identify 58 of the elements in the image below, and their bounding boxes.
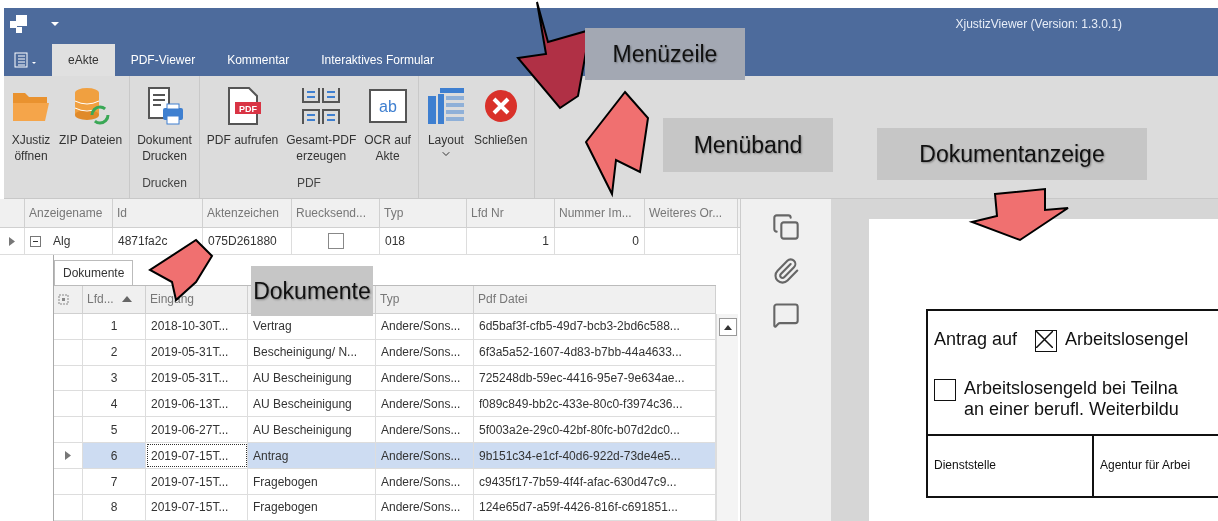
merge-pages-icon: [301, 86, 342, 126]
checkbox[interactable]: [327, 233, 344, 249]
column-header[interactable]: Typ: [376, 286, 474, 313]
ribbon-tab[interactable]: Kommentar: [211, 44, 306, 76]
annotation-label: Dokumente: [251, 266, 373, 316]
ribbon-tab[interactable]: Interaktives Formular: [305, 44, 450, 76]
dropdown-caret-icon[interactable]: [50, 21, 60, 27]
close-icon: [482, 88, 519, 124]
layout-icon: [425, 86, 466, 126]
table-cell[interactable]: Antrag: [248, 443, 376, 469]
ribbon-button[interactable]: Schließen: [469, 82, 532, 152]
ribbon-button[interactable]: Dokument Drucken: [133, 82, 196, 168]
table-cell[interactable]: 9b151c34-e1cf-40d6-922d-73de4e5...: [474, 443, 716, 469]
column-header[interactable]: Id: [113, 199, 203, 227]
column-chooser-icon[interactable]: [58, 293, 69, 305]
collapse-icon[interactable]: [30, 235, 41, 247]
annotation-label: Menüzeile: [585, 28, 745, 80]
sort-ascending-icon: [121, 296, 132, 303]
scrollbar[interactable]: [716, 314, 738, 521]
column-header[interactable]: Lfd...: [83, 286, 146, 313]
column-header[interactable]: Ruecksend...: [292, 199, 380, 227]
column-header[interactable]: Pdf Datei: [474, 286, 716, 313]
ribbon-button[interactable]: Gesamt-PDF erzeugen: [282, 82, 361, 168]
paperclip-icon[interactable]: [772, 257, 800, 285]
group-label: PDF: [296, 176, 321, 190]
column-header[interactable]: Anzeigename: [25, 199, 113, 227]
form-text: Arbeitslosengeld bei Teilna an einer berufl. Weiterbildu: [964, 378, 1179, 420]
ribbon-button[interactable]: ZIP Dateien: [55, 82, 127, 152]
scroll-up-icon[interactable]: [723, 324, 732, 330]
group-label: Drucken: [142, 176, 187, 190]
ribbon-button[interactable]: PDF PDF aufrufen: [202, 82, 283, 152]
form-text: Arbeitslosengel: [1065, 329, 1189, 350]
annotation-label: Menüband: [663, 118, 833, 172]
ribbon-button[interactable]: ab OCR auf Akte: [360, 82, 415, 168]
table-cell[interactable]: 6: [83, 443, 146, 469]
column-header[interactable]: Lfd Nr: [467, 199, 555, 227]
ribbon-button[interactable]: XJustiz öffnen: [7, 82, 55, 168]
app-logo-icon: [10, 15, 30, 33]
table-cell[interactable]: 2019-07-15T...: [146, 443, 248, 469]
column-header[interactable]: Nummer Im...: [555, 199, 645, 227]
ribbon-button[interactable]: Layout: [421, 82, 470, 164]
column-header[interactable]: Weiteres Or...: [645, 199, 738, 227]
annotation-label: Dokumentanzeige: [877, 128, 1147, 180]
row-indicator-icon: [65, 451, 71, 461]
comment-icon[interactable]: [772, 301, 800, 329]
form-label: Dienststelle: [934, 458, 997, 472]
ribbon-tab[interactable]: PDF-Viewer: [114, 44, 212, 76]
column-header[interactable]: Aktenzeichen: [203, 199, 292, 227]
form-text: Antrag auf: [934, 329, 1018, 350]
detail-tab[interactable]: Dokumente: [54, 260, 134, 285]
pages-icon[interactable]: [772, 213, 800, 241]
table-cell[interactable]: Andere/Sons...: [376, 443, 474, 469]
window-title: XjustizViewer (Version: 1.3.0.1): [955, 17, 1122, 31]
column-header[interactable]: Typ: [380, 199, 467, 227]
text-recognition-icon: ab: [367, 86, 408, 126]
table-cell: Alg: [53, 234, 71, 248]
ribbon-tab[interactable]: eAkte: [52, 44, 115, 76]
form-label: Agentur für Arbei: [1100, 458, 1191, 472]
